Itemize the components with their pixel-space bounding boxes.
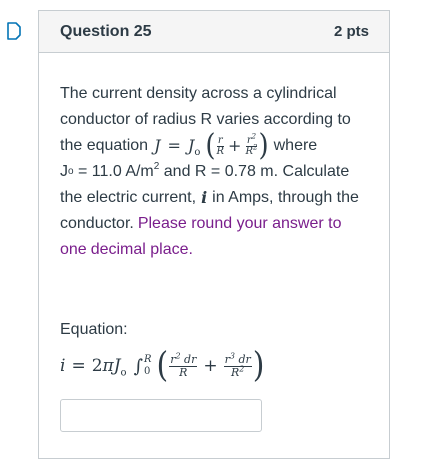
flag-question-icon[interactable] xyxy=(7,22,21,40)
line6-start: conductor. xyxy=(60,215,134,232)
question-title: Question 25 xyxy=(60,22,152,40)
answer-input[interactable] xyxy=(60,399,262,432)
question-line-equation: the equation J = Jo ( rR + r2 R2 ) where xyxy=(60,128,385,164)
question-line: the electric current, i in Amps, through… xyxy=(60,185,385,211)
question-header: Question 25 2 pts xyxy=(39,11,389,53)
question-card: Question 25 2 pts The current density ac… xyxy=(38,10,390,459)
line5-start: the electric current, xyxy=(60,189,197,206)
rounding-one: one xyxy=(60,241,87,258)
jo-value: = 11.0 A/m xyxy=(73,163,154,180)
question-line: The current density across a cylindrical xyxy=(60,85,337,102)
rounding-end: decimal place. xyxy=(90,241,193,258)
question-line: conductor of radius R varies according t… xyxy=(60,111,351,128)
line5-end: in Amps, through the xyxy=(212,189,359,206)
current-integral-equation: i = 2 π Jo ∫ R0 ( r2 dr R + r3 dr R2 ) xyxy=(60,345,265,386)
equation-label: Equation: xyxy=(60,321,128,338)
question-line: Jo = 11.0 A/m 2 and R = 0.78 m. Calculate xyxy=(60,159,385,185)
question-text: The current density across a cylindrical… xyxy=(60,81,385,263)
current-symbol: i xyxy=(201,188,208,207)
jo-symbol: J xyxy=(60,163,68,180)
radius-value: and R = 0.78 m. Calculate xyxy=(159,163,350,180)
current-density-equation: J = Jo ( rR + r2 R2 ) xyxy=(154,128,269,164)
equation-prefix: the equation xyxy=(60,137,149,154)
equation-suffix: where xyxy=(273,137,318,154)
question-line: conductor. Please round your answer to xyxy=(60,211,385,237)
question-line: one decimal place. xyxy=(60,237,385,263)
rounding-instruction: Please round your answer to xyxy=(137,215,342,232)
question-points: 2 pts xyxy=(333,23,369,40)
